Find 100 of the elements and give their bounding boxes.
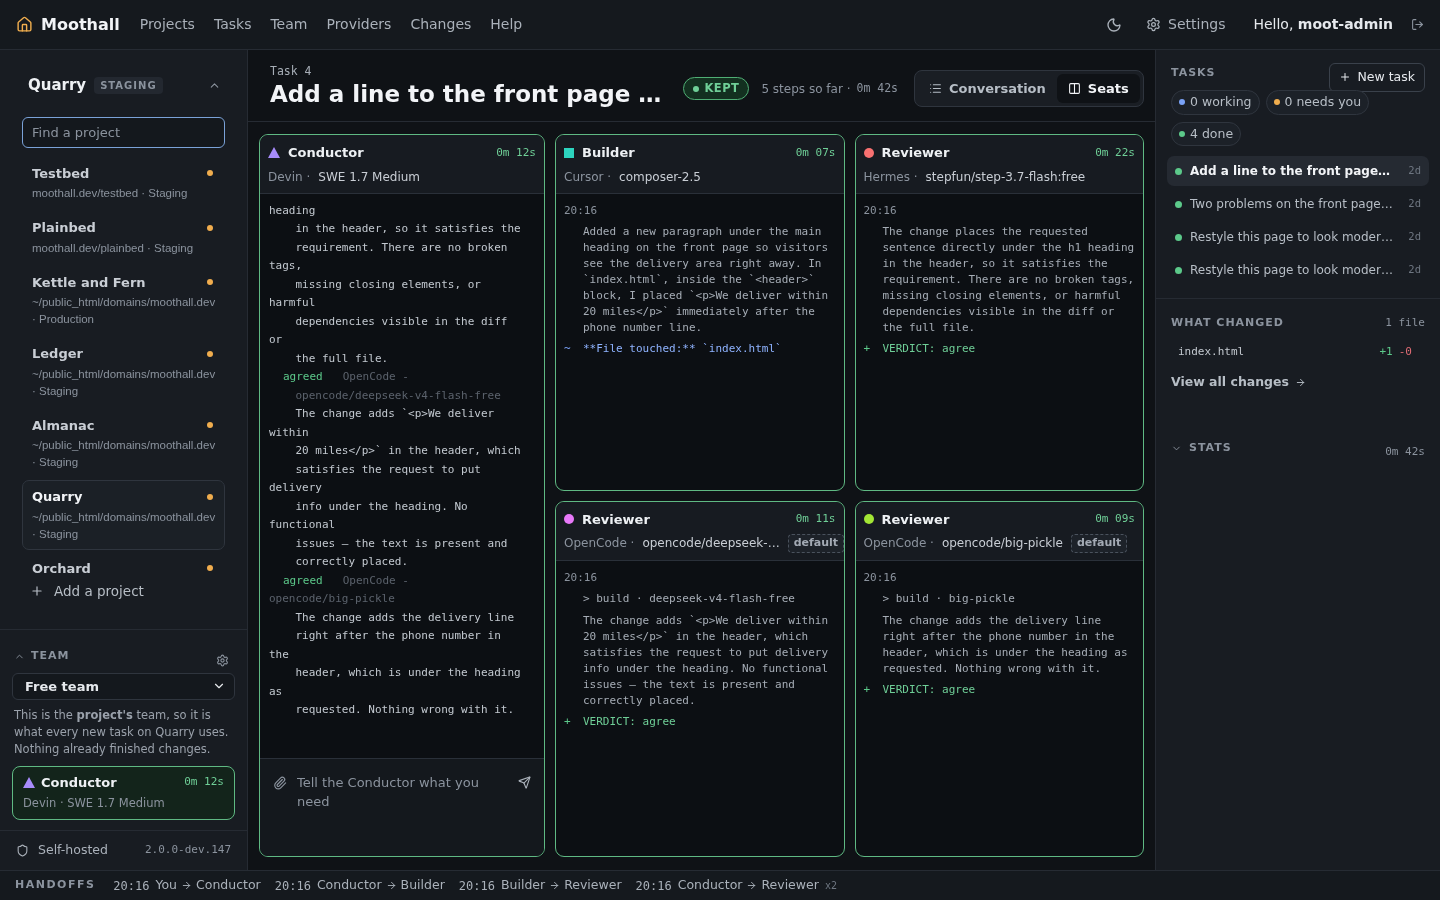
task-item[interactable]: Two problems on the front page… 2d [1167,189,1429,220]
nav-link[interactable]: Providers [318,14,400,35]
log-line: delivery [269,480,323,496]
seat-role: Conductor [288,144,364,162]
attach-icon[interactable] [273,776,287,790]
logout-icon[interactable] [1411,18,1424,31]
log-line: header, which is under the heading [294,665,522,681]
dark-mode-icon[interactable] [1106,16,1123,33]
task-age: 2d [1408,196,1421,212]
log-line: the [269,646,290,663]
stats-time: 0m 42s [1385,444,1425,460]
seat-provider: Cursor · [564,168,612,186]
view-changes-link[interactable]: View all changes [1171,373,1425,392]
task-item[interactable]: Restyle this page to look moder… 2d [1167,255,1429,286]
handoff-from: Builder [500,876,546,895]
hosting-label: Self-hosted [38,841,108,860]
project-title: Quarry [28,75,87,96]
nav-link[interactable]: Projects [131,14,203,35]
project-name: Orchard [32,559,91,577]
seat-provider: Hermes · [863,168,918,186]
project-item[interactable]: Plainbed moothall.dev/plainbed · Staging [22,211,225,264]
version-label: 2.0.0-dev.147 [144,842,231,859]
seat-role: Conductor [41,773,117,792]
message-time: 20:16 [564,569,599,586]
handoff-count: x2 [824,879,837,893]
env-tag: STAGING [94,76,163,94]
changed-file[interactable]: index.html +1 -0 [1171,343,1425,361]
section-title: STATS [1189,440,1232,456]
log-line: info under the heading. No [294,498,469,515]
send-icon[interactable] [518,776,531,789]
seat-role: Reviewer [582,510,650,529]
default-tag: default [1070,534,1128,553]
seat-time: 0m 07s [795,144,836,161]
plus-mark: + [863,341,872,357]
filter-chip[interactable]: 0 needs you [1265,89,1370,115]
search-field[interactable]: Find a project [22,116,225,148]
arrow-icon [181,880,193,891]
seat-model: stepfun/step-3.7-flash:free [925,168,1086,186]
task-title: Restyle this page to look moder… [1190,229,1393,247]
add-project-button[interactable]: Add a project [30,580,217,601]
log-line: The change adds the delivery line [294,609,516,626]
default-tag: default [787,534,844,553]
plus-mark: + [564,713,572,730]
message-time: 20:16 [863,202,898,219]
list-icon [929,82,942,95]
seat-model: composer-2.5 [619,168,701,186]
log-line: satisfies the request to put [294,461,482,478]
project-path: ~/public_html/domains/moothall.dev · Staging [32,509,215,542]
task-item[interactable]: Restyle this page to look moder… 2d [1167,222,1429,253]
columns-icon [1067,82,1081,95]
log-line: 20 miles</p>` in the header, which [294,443,522,459]
task-title: Two problems on the front page… [1190,196,1393,214]
task-item[interactable]: Add a line to the front page… 2d [1167,156,1429,187]
project-path: moothall.dev/testbed · Staging [32,186,189,201]
project-item[interactable]: Ledger ~/public_html/domains/moothall.dev · Staging [22,337,225,407]
agreed-label: agreed [283,572,323,589]
seat-provider: OpenCode · [863,535,934,553]
log-line: requested. Nothing wrong with it. [294,702,516,718]
task-title: Restyle this page to look moder… [1190,262,1393,280]
seat-time: 0m 12s [184,774,224,791]
view-tab[interactable]: Seats [1056,73,1140,104]
project-item[interactable]: Quarry ~/public_html/domains/moothall.dev · Staging [22,480,225,550]
filter-chip[interactable]: 4 done [1171,121,1242,147]
file-name: index.html [1178,343,1245,360]
arrow-icon [746,880,758,891]
nav-link[interactable]: Changes [402,14,480,35]
plus-icon [1339,71,1352,84]
log-line: requirement. There are no broken [294,239,509,256]
settings-button[interactable]: Settings [1146,14,1226,35]
handoff-from: You [155,876,178,895]
project-item[interactable]: Almanac ~/public_html/domains/moothall.dev · Staging [22,408,225,478]
project-item[interactable]: Testbed moothall.dev/testbed · Staging [22,156,225,209]
nav-link[interactable]: Tasks [205,14,260,35]
task-age: 2d [1408,262,1421,278]
message-text: The change adds `<p>We deliver within 20 miles</p>` in the header, which satisfies the request to put delivery info under the heading. No functional issues — the text is present and correctly placed. [582,612,830,709]
seat-role: Builder [582,144,635,162]
project-item[interactable]: Orchard [22,551,225,577]
message-text: The change places the requested sentence directly under the h1 heading in the header, so it satisfies the requirement. There are no broken tags, missing closing elements, or harmful dependencies visible in the diff or the full file. [881,224,1135,336]
section-title: WHAT CHANGED [1171,315,1284,332]
log-line: functional [269,517,337,533]
filter-chip[interactable]: 0 working [1171,89,1260,115]
elapsed-time: 0m 42s [856,79,898,97]
settings-icon[interactable] [216,653,229,667]
message-text: The change adds the delivery line right after the phone number in the header, which is under the heading as requested. Nothing wrong with it. [881,612,1129,677]
nav-link[interactable]: Help [482,14,531,35]
section-title: TEAM [31,648,70,664]
project-item[interactable]: Kettle and Fern ~/public_html/domains/moothall.dev · Production [22,265,225,335]
log-line: issues — the text is present and [294,535,509,552]
log-line: dependencies visible in the diff [294,313,509,330]
agreed-label: agreed [283,369,323,385]
view-tab[interactable]: Conversation [918,73,1057,104]
greeting: Hello, moot-admin [1253,15,1393,34]
brand-name: Moothall [41,13,120,36]
team-select[interactable]: Free team [12,672,235,700]
log-source: OpenCode - [342,369,409,385]
file-note: **File touched:** `index.html` [583,341,782,357]
seat-card[interactable]: Conductor 0m 12s Devin · SWE 1.7 Medium [12,765,235,820]
seat-time: 0m 22s [1095,144,1135,161]
nav-link[interactable]: Team [262,14,316,35]
seat-model: opencode/deepseek-… [642,535,780,553]
